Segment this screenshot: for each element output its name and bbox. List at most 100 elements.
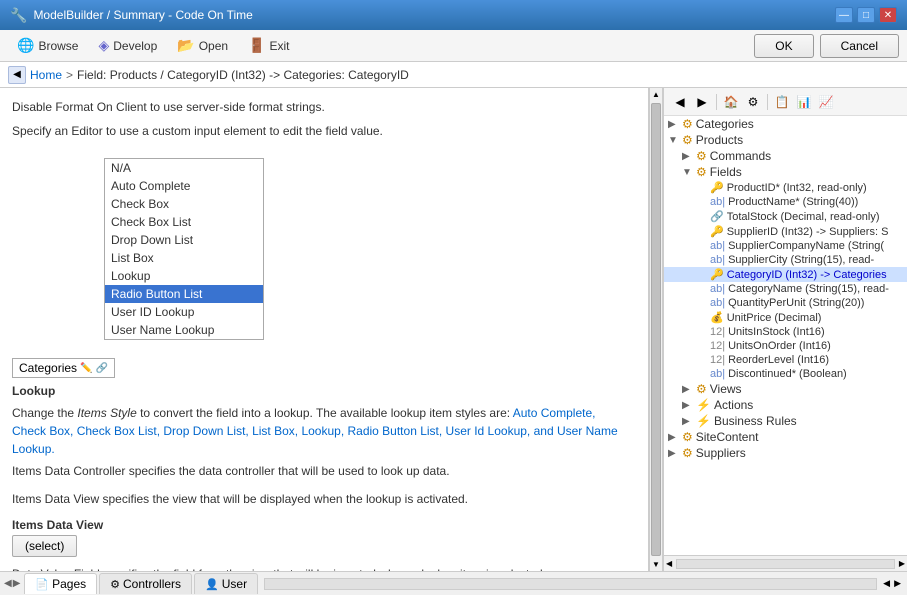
- tree-scroll-thumb[interactable]: [676, 559, 895, 569]
- main-scrollbar[interactable]: ▲ ▼: [649, 88, 663, 571]
- items-data-view-row: Items Data View (select): [12, 518, 628, 557]
- tab-user[interactable]: 👤 User: [194, 573, 258, 594]
- tree-tool-5[interactable]: 📋: [772, 92, 792, 112]
- unitprice-label: UnitPrice (Decimal): [727, 312, 822, 324]
- tree-item-totalstock[interactable]: 🔗 TotalStock (Decimal, read-only): [664, 209, 907, 224]
- dropdown-checkbox[interactable]: Check Box: [105, 195, 263, 213]
- tree-item-suppliercompanyname[interactable]: ab| SupplierCompanyName (String(: [664, 239, 907, 253]
- scroll-up-btn[interactable]: ▲: [650, 88, 662, 101]
- expand-products[interactable]: ▼: [668, 135, 682, 146]
- tree-item-reorderlevel[interactable]: 12| ReorderLevel (Int16): [664, 353, 907, 367]
- tree-tool-7[interactable]: 📈: [816, 92, 836, 112]
- expand-actions[interactable]: ▶: [682, 400, 696, 411]
- open-menu-item[interactable]: 📂 Open: [168, 33, 237, 58]
- bottom-scroll-left[interactable]: ◀: [881, 576, 892, 591]
- tree-tool-2[interactable]: ▶: [692, 92, 712, 112]
- tree-item-unitsonorder[interactable]: 12| UnitsOnOrder (Int16): [664, 339, 907, 353]
- maximize-button[interactable]: □: [857, 7, 875, 23]
- tree-scroll-left[interactable]: ◀: [664, 559, 674, 568]
- browse-menu-item[interactable]: 🌐 Browse: [8, 33, 87, 58]
- tree-tool-1[interactable]: ◀: [670, 92, 690, 112]
- pages-label: Pages: [52, 577, 86, 591]
- edit-icon[interactable]: ✏️: [80, 363, 92, 374]
- expand-views[interactable]: ▶: [682, 384, 696, 395]
- tree-toolbar: ◀ ▶ 🏠 ⚙ 📋 📊 📈: [664, 88, 907, 116]
- expand-commands[interactable]: ▶: [682, 151, 696, 162]
- tree-item-businessrules[interactable]: ▶ ⚡ Business Rules: [664, 413, 907, 429]
- items-style-dropdown[interactable]: N/A Auto Complete Check Box Check Box Li…: [104, 158, 264, 340]
- tree-item-categoryid[interactable]: 🔑 CategoryID (Int32) -> Categories: [664, 267, 907, 282]
- dropdown-useridlookup[interactable]: User ID Lookup: [105, 303, 263, 321]
- back-button[interactable]: ◀: [8, 66, 26, 84]
- ok-button[interactable]: OK: [754, 34, 813, 58]
- tree-item-fields[interactable]: ▼ ⚙ Fields: [664, 164, 907, 180]
- dropdown-checkboxlist[interactable]: Check Box List: [105, 213, 263, 231]
- tab-pages[interactable]: 📄 Pages: [24, 573, 97, 594]
- tree-item-categoryname[interactable]: ab| CategoryName (String(15), read-: [664, 282, 907, 296]
- views-label: Views: [710, 382, 742, 396]
- fields-label: Fields: [710, 165, 742, 179]
- develop-menu-item[interactable]: ◈ Develop: [89, 33, 166, 58]
- tree-item-quantityperunit[interactable]: ab| QuantityPerUnit (String(20)): [664, 296, 907, 310]
- breadcrumb-bar: ◀ Home > Field: Products / CategoryID (I…: [0, 62, 907, 88]
- dropdown-dropdownlist[interactable]: Drop Down List: [105, 231, 263, 249]
- tree-item-sitecontent[interactable]: ▶ ⚙ SiteContent: [664, 429, 907, 445]
- tree-tool-6[interactable]: 📊: [794, 92, 814, 112]
- tree-tool-4[interactable]: ⚙: [743, 92, 763, 112]
- expand-fields[interactable]: ▼: [682, 167, 696, 178]
- editor-text: Specify an Editor to use a custom input …: [12, 122, 628, 140]
- productid-label: ProductID* (Int32, read-only): [727, 182, 867, 194]
- tree-item-unitprice[interactable]: 💰 UnitPrice (Decimal): [664, 310, 907, 325]
- tab-arrow-right[interactable]: ▶: [13, 578, 21, 589]
- dropdown-lookup[interactable]: Lookup: [105, 267, 263, 285]
- suppliercompanyname-label: SupplierCompanyName (String(: [728, 240, 884, 252]
- commands-icon: ⚙: [696, 149, 707, 163]
- exit-menu-item[interactable]: 🚪 Exit: [239, 33, 298, 58]
- cancel-button[interactable]: Cancel: [820, 34, 899, 58]
- tree-item-categories[interactable]: ▶ ⚙ Categories: [664, 116, 907, 132]
- bottom-scroll-right[interactable]: ▶: [892, 576, 903, 591]
- tree-item-suppliercity[interactable]: ab| SupplierCity (String(15), read-: [664, 253, 907, 267]
- link-icon[interactable]: 🔗: [95, 363, 107, 374]
- views-icon: ⚙: [696, 382, 707, 396]
- expand-suppliers[interactable]: ▶: [668, 448, 682, 459]
- totalstock-icon: 🔗: [710, 210, 724, 223]
- tree-item-views[interactable]: ▶ ⚙ Views: [664, 381, 907, 397]
- categoryname-icon: ab|: [710, 283, 725, 295]
- tree-item-supplierid[interactable]: 🔑 SupplierID (Int32) -> Suppliers: S: [664, 224, 907, 239]
- bottom-hscroll[interactable]: [264, 578, 877, 590]
- expand-sitecontent[interactable]: ▶: [668, 432, 682, 443]
- unitsinstock-label: UnitsInStock (Int16): [728, 326, 825, 338]
- dropdown-listbox[interactable]: List Box: [105, 249, 263, 267]
- tree-hscroll[interactable]: ◀ ▶: [664, 555, 907, 571]
- tab-controllers[interactable]: ⚙ Controllers: [99, 573, 192, 594]
- tab-arrow-left[interactable]: ◀: [4, 578, 12, 589]
- home-link[interactable]: Home: [30, 68, 62, 82]
- tree-item-productname[interactable]: ab| ProductName* (String(40)): [664, 195, 907, 209]
- scroll-thumb[interactable]: [651, 103, 661, 556]
- tree-scroll-right[interactable]: ▶: [897, 559, 907, 568]
- disable-format-text: Disable Format On Client to use server-s…: [12, 98, 628, 116]
- tree-item-products[interactable]: ▼ ⚙ Products: [664, 132, 907, 148]
- dropdown-usernamelookup[interactable]: User Name Lookup: [105, 321, 263, 339]
- reorderlevel-label: ReorderLevel (Int16): [728, 354, 829, 366]
- dropdown-radiobuttonlist[interactable]: Radio Button List: [105, 285, 263, 303]
- items-dc-text: Items Data Controller specifies the data…: [12, 462, 628, 480]
- dropdown-na[interactable]: N/A: [105, 159, 263, 177]
- tree-tool-3[interactable]: 🏠: [721, 92, 741, 112]
- minimize-button[interactable]: —: [835, 7, 853, 23]
- tree-item-productid[interactable]: 🔑 ProductID* (Int32, read-only): [664, 180, 907, 195]
- expand-businessrules[interactable]: ▶: [682, 416, 696, 427]
- tree-item-discontinued[interactable]: ab| Discontinued* (Boolean): [664, 367, 907, 381]
- tree-item-commands[interactable]: ▶ ⚙ Commands: [664, 148, 907, 164]
- lookup-change-text: Change the: [12, 406, 77, 420]
- tree-item-unitsinstock[interactable]: 12| UnitsInStock (Int16): [664, 325, 907, 339]
- suppliers-icon: ⚙: [682, 446, 693, 460]
- scroll-down-btn[interactable]: ▼: [650, 558, 662, 571]
- tree-item-actions[interactable]: ▶ ⚡ Actions: [664, 397, 907, 413]
- dropdown-autocomplete[interactable]: Auto Complete: [105, 177, 263, 195]
- expand-categories[interactable]: ▶: [668, 119, 682, 130]
- close-button[interactable]: ✕: [879, 7, 897, 23]
- tree-item-suppliers[interactable]: ▶ ⚙ Suppliers: [664, 445, 907, 461]
- items-data-view-button[interactable]: (select): [12, 535, 77, 557]
